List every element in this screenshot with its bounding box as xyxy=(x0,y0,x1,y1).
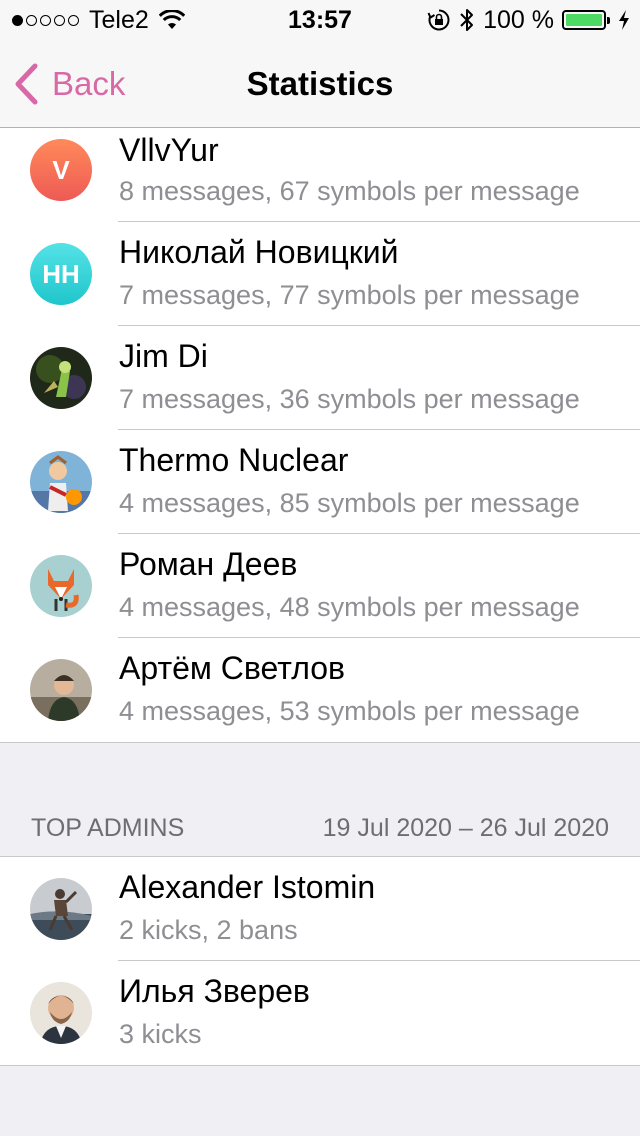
chevron-left-icon xyxy=(15,63,38,105)
user-name: Alexander Istomin xyxy=(119,869,376,905)
user-name: Артём Светлов xyxy=(119,650,346,686)
list-item[interactable]: Роман Деев 4 messages, 48 symbols per me… xyxy=(0,534,640,638)
list-item[interactable]: НН Николай Новицкий 7 messages, 77 symbo… xyxy=(0,222,640,326)
avatar-initials: V xyxy=(52,154,70,185)
battery-icon xyxy=(562,10,610,30)
list-item[interactable]: Jim Di 7 messages, 36 symbols per messag… xyxy=(0,326,640,430)
avatar xyxy=(30,451,92,513)
list-item[interactable]: Илья Зверев 3 kicks xyxy=(0,961,640,1065)
user-stats: 4 messages, 85 symbols per message xyxy=(119,488,580,518)
user-stats: 4 messages, 48 symbols per message xyxy=(119,592,580,622)
user-name: Николай Новицкий xyxy=(119,234,399,270)
avatar xyxy=(30,982,92,1044)
status-bar: Tele2 13:57 100 % xyxy=(0,0,640,40)
avatar-initials: НН xyxy=(42,258,80,289)
avatar xyxy=(30,555,92,617)
charging-bolt-icon xyxy=(619,10,629,30)
list-item[interactable]: V VllvYur 8 messages, 67 symbols per mes… xyxy=(0,128,640,222)
orientation-lock-icon xyxy=(427,9,450,31)
navigation-bar: Statistics Back xyxy=(0,40,640,128)
user-stats: 7 messages, 77 symbols per message xyxy=(119,280,580,310)
user-name: VllvYur xyxy=(119,132,219,168)
avatar: V xyxy=(30,139,92,201)
battery-percentage: 100 % xyxy=(483,5,554,34)
section-title: TOP ADMINS xyxy=(31,814,185,842)
user-name: Jim Di xyxy=(119,338,208,374)
user-stats: 2 kicks, 2 bans xyxy=(119,915,298,945)
status-right: 100 % xyxy=(427,0,630,40)
user-stats: 3 kicks xyxy=(119,1019,202,1049)
user-name: Thermo Nuclear xyxy=(119,442,349,478)
avatar xyxy=(30,878,92,940)
back-label: Back xyxy=(52,65,126,102)
date-range: 19 Jul 2020 – 26 Jul 2020 xyxy=(322,814,609,842)
user-stats: 8 messages, 67 symbols per message xyxy=(119,176,580,206)
user-name: Илья Зверев xyxy=(119,973,310,1009)
avatar: НН xyxy=(30,243,92,305)
top-admins-list: Alexander Istomin 2 kicks, 2 bans Илья З… xyxy=(0,856,640,1066)
list-item[interactable]: Alexander Istomin 2 kicks, 2 bans xyxy=(0,857,640,961)
user-stats: 7 messages, 36 symbols per message xyxy=(119,384,580,414)
list-item[interactable]: Артём Светлов 4 messages, 53 symbols per… xyxy=(0,638,640,742)
back-button[interactable]: Back xyxy=(14,40,125,128)
avatar xyxy=(30,347,92,409)
user-stats: 4 messages, 53 symbols per message xyxy=(119,696,580,726)
top-admins-header: TOP ADMINS 19 Jul 2020 – 26 Jul 2020 xyxy=(0,800,640,856)
list-item[interactable]: Thermo Nuclear 4 messages, 85 symbols pe… xyxy=(0,430,640,534)
avatar xyxy=(30,659,92,721)
top-posters-list: V VllvYur 8 messages, 67 symbols per mes… xyxy=(0,128,640,743)
user-name: Роман Деев xyxy=(119,546,298,582)
bluetooth-icon xyxy=(460,9,474,31)
